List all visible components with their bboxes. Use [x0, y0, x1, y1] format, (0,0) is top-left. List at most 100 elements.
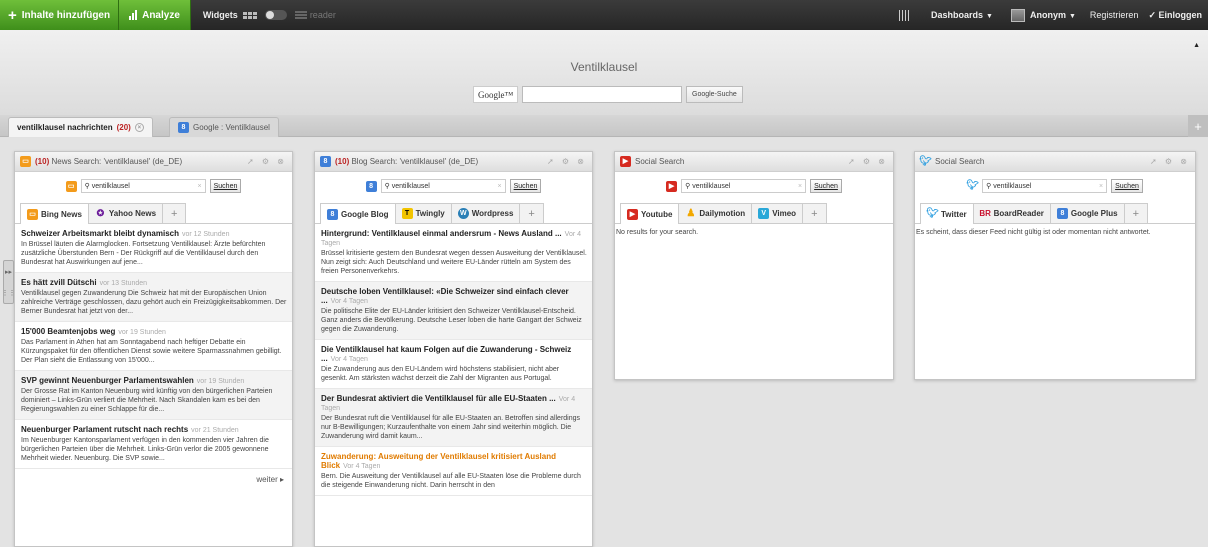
tab-vimeo[interactable]: V Vimeo: [751, 203, 804, 223]
google-search-input[interactable]: [522, 86, 682, 103]
widget-search-button[interactable]: Suchen: [209, 179, 242, 193]
analyze-button[interactable]: Analyze: [119, 0, 191, 30]
tab-bing-news[interactable]: ▭ Bing News: [20, 203, 89, 224]
search-icon: ⚲ ventilklausel: [84, 183, 130, 190]
close-tab-icon[interactable]: ×: [134, 123, 144, 132]
clear-icon[interactable]: ×: [798, 183, 802, 190]
add-tab-button[interactable]: +: [162, 203, 187, 223]
analyze-label: Analyze: [142, 9, 180, 21]
tab-twingly[interactable]: T Twingly: [394, 203, 452, 223]
list-item[interactable]: Schweizer Arbeitsmarkt bleibt dynamisch v…: [15, 224, 292, 273]
collapse-up-icon[interactable]: ▲: [1193, 42, 1200, 49]
list-item[interactable]: 15'000 Beamtenjobs weg vor 19 Stunden Das …: [15, 322, 292, 371]
more-label: weiter: [256, 475, 278, 484]
tab-label: Dailymotion: [699, 209, 746, 218]
google-icon: 8: [178, 122, 189, 133]
search-icon: ⚲ ventilklausel: [685, 183, 731, 190]
tab-twitter[interactable]: 🐦︎ Twitter: [920, 203, 974, 224]
bar-chart-icon: [129, 10, 138, 20]
item-title[interactable]: Schweizer Arbeitsmarkt bleibt dynamisch: [21, 229, 179, 238]
item-title[interactable]: Der Bundesrat aktiviert die Ventilklause…: [321, 394, 556, 403]
register-link[interactable]: Registrieren: [1090, 10, 1139, 20]
tab-label: ventilklausel nachrichten: [17, 123, 113, 132]
clear-icon[interactable]: ×: [198, 183, 202, 190]
widget-search-input[interactable]: ⚲ ventilklausel ×: [380, 179, 506, 193]
tab-google-plus[interactable]: 8 Google Plus: [1049, 203, 1125, 223]
site-title: Ventilklausel: [570, 60, 638, 74]
item-title[interactable]: Hintergrund: Ventilklausel einmal anders…: [321, 229, 562, 238]
widget-title: Social Search: [635, 157, 685, 166]
widget-search-button[interactable]: Suchen: [509, 179, 542, 193]
item-time: vor 13 Stunden: [99, 280, 148, 287]
news-list: Schweizer Arbeitsmarkt bleibt dynamisch v…: [15, 224, 292, 490]
widget-tab-bar: 🐦︎ Twitter BR BoardReader 8 Google Plus +: [915, 200, 1195, 224]
widget-controls[interactable]: ➚ ⚙ ⊗: [1150, 157, 1190, 166]
tab-boardreader[interactable]: BR BoardReader: [972, 203, 1051, 223]
clear-icon[interactable]: ×: [498, 183, 502, 190]
item-title[interactable]: Neuenburger Parlament rutscht nach recht…: [21, 425, 188, 434]
widget-title: (10) News Search: 'ventilklausel' (de_DE…: [35, 157, 243, 166]
reader-label[interactable]: reader: [310, 10, 336, 20]
widget-header[interactable]: ▭ (10) News Search: 'ventilklausel' (de_…: [15, 152, 292, 172]
widget-header[interactable]: 8 (10) Blog Search: 'ventilklausel' (de_…: [315, 152, 592, 172]
list-item[interactable]: Deutsche loben Ventilklausel: «Die Schwe…: [315, 282, 592, 340]
widget-header[interactable]: ▶ Social Search ➚ ⚙ ⊗: [615, 152, 893, 172]
user-menu[interactable]: Anonym ▼: [1030, 10, 1076, 20]
checkmark-icon: ✓: [1148, 9, 1156, 20]
list-item[interactable]: Es hätt zvill Dütschi vor 13 Stunden Venti…: [15, 273, 292, 322]
login-link[interactable]: ✓ Einloggen: [1148, 10, 1202, 21]
list-item[interactable]: Zuwanderung: Ausweitung der Ventilklause…: [315, 447, 592, 496]
clear-icon[interactable]: ×: [1099, 183, 1103, 190]
widgets-grid-icon[interactable]: [242, 11, 257, 19]
twitter-icon: 🐦︎: [919, 155, 932, 167]
tab-youtube[interactable]: ▶ Youtube: [620, 203, 680, 224]
widget-search-button[interactable]: Suchen: [810, 179, 842, 193]
widget-controls[interactable]: ➚ ⚙ ⊗: [247, 157, 287, 166]
list-item[interactable]: SVP gewinnt Neuenburger Parlamentswahlen…: [15, 371, 292, 420]
add-tab-button[interactable]: +: [519, 203, 544, 223]
add-content-button[interactable]: + Inhalte hinzufügen: [0, 0, 120, 30]
widget-header[interactable]: 🐦︎ Social Search ➚ ⚙ ⊗: [915, 152, 1195, 172]
add-tab-button[interactable]: +: [1123, 203, 1148, 223]
item-time: vor 12 Stunden: [181, 231, 230, 238]
widget-search-input[interactable]: ⚲ ventilklausel ×: [80, 179, 206, 193]
item-title[interactable]: SVP gewinnt Neuenburger Parlamentswahlen: [21, 376, 194, 385]
item-title[interactable]: 15'000 Beamtenjobs weg: [21, 327, 115, 336]
widget-search-input[interactable]: ⚲ ventilklausel ×: [982, 179, 1108, 193]
tab-count-badge: (20): [116, 123, 131, 132]
tab-ventilklausel-nachrichten[interactable]: ventilklausel nachrichten (20) ×: [8, 117, 153, 137]
item-time: vor 21 Stunden: [191, 427, 239, 434]
add-tab-button[interactable]: +: [802, 203, 827, 223]
list-item[interactable]: Neuenburger Parlament rutscht nach recht…: [15, 420, 292, 469]
widget-search-row: ▶ ⚲ ventilklausel × Suchen: [615, 172, 893, 200]
widgets-toggle[interactable]: [264, 10, 287, 20]
tab-google-ventilklausel[interactable]: 8 Google : Ventilklausel: [169, 117, 279, 137]
widget-controls[interactable]: ➚ ⚙ ⊗: [848, 157, 888, 166]
equalizer-icon[interactable]: [899, 9, 910, 21]
chevron-right-icon: ▸: [279, 475, 284, 484]
widget-tab-bar: ▶ Youtube ♟ Dailymotion V Vimeo +: [615, 200, 893, 224]
widget-count: (10): [335, 157, 350, 166]
widget-search-input[interactable]: ⚲ ventilklausel ×: [681, 179, 807, 193]
more-link[interactable]: weiter ▸: [15, 469, 292, 490]
avatar[interactable]: [1010, 8, 1025, 22]
boardreader-icon: BR: [979, 208, 991, 218]
widget-search-row: ▭ ⚲ ventilklausel × Suchen: [15, 172, 292, 200]
tab-yahoo-news[interactable]: ✪ Yahoo News: [87, 203, 164, 223]
tab-google-blog[interactable]: 8 Google Blog: [320, 203, 396, 224]
widget-count: (10): [35, 157, 50, 166]
list-item[interactable]: Hintergrund: Ventilklausel einmal anders…: [315, 224, 592, 282]
side-panel-toggle[interactable]: ▸▸ ⋮⋮: [2, 260, 16, 304]
widget-controls[interactable]: ➚ ⚙ ⊗: [547, 157, 587, 166]
item-time: vor 19 Stunden: [118, 329, 166, 336]
item-title[interactable]: Es hätt zvill Dütschi: [21, 278, 97, 287]
google-search-button[interactable]: Google-Suche: [686, 86, 743, 103]
add-tab-button[interactable]: +: [1188, 115, 1208, 137]
tab-wordpress[interactable]: W Wordpress: [450, 203, 521, 223]
widget-search-button[interactable]: Suchen: [1111, 179, 1143, 193]
tab-dailymotion[interactable]: ♟ Dailymotion: [678, 203, 753, 223]
list-item[interactable]: Der Bundesrat aktiviert die Ventilklause…: [315, 389, 592, 447]
dashboards-menu[interactable]: Dashboards ▼: [931, 10, 993, 20]
list-item[interactable]: Die Ventilklausel hat kaum Folgen auf di…: [315, 340, 592, 389]
item-body: Der Grosse Rat im Kanton Neuenburg wird …: [21, 388, 273, 413]
